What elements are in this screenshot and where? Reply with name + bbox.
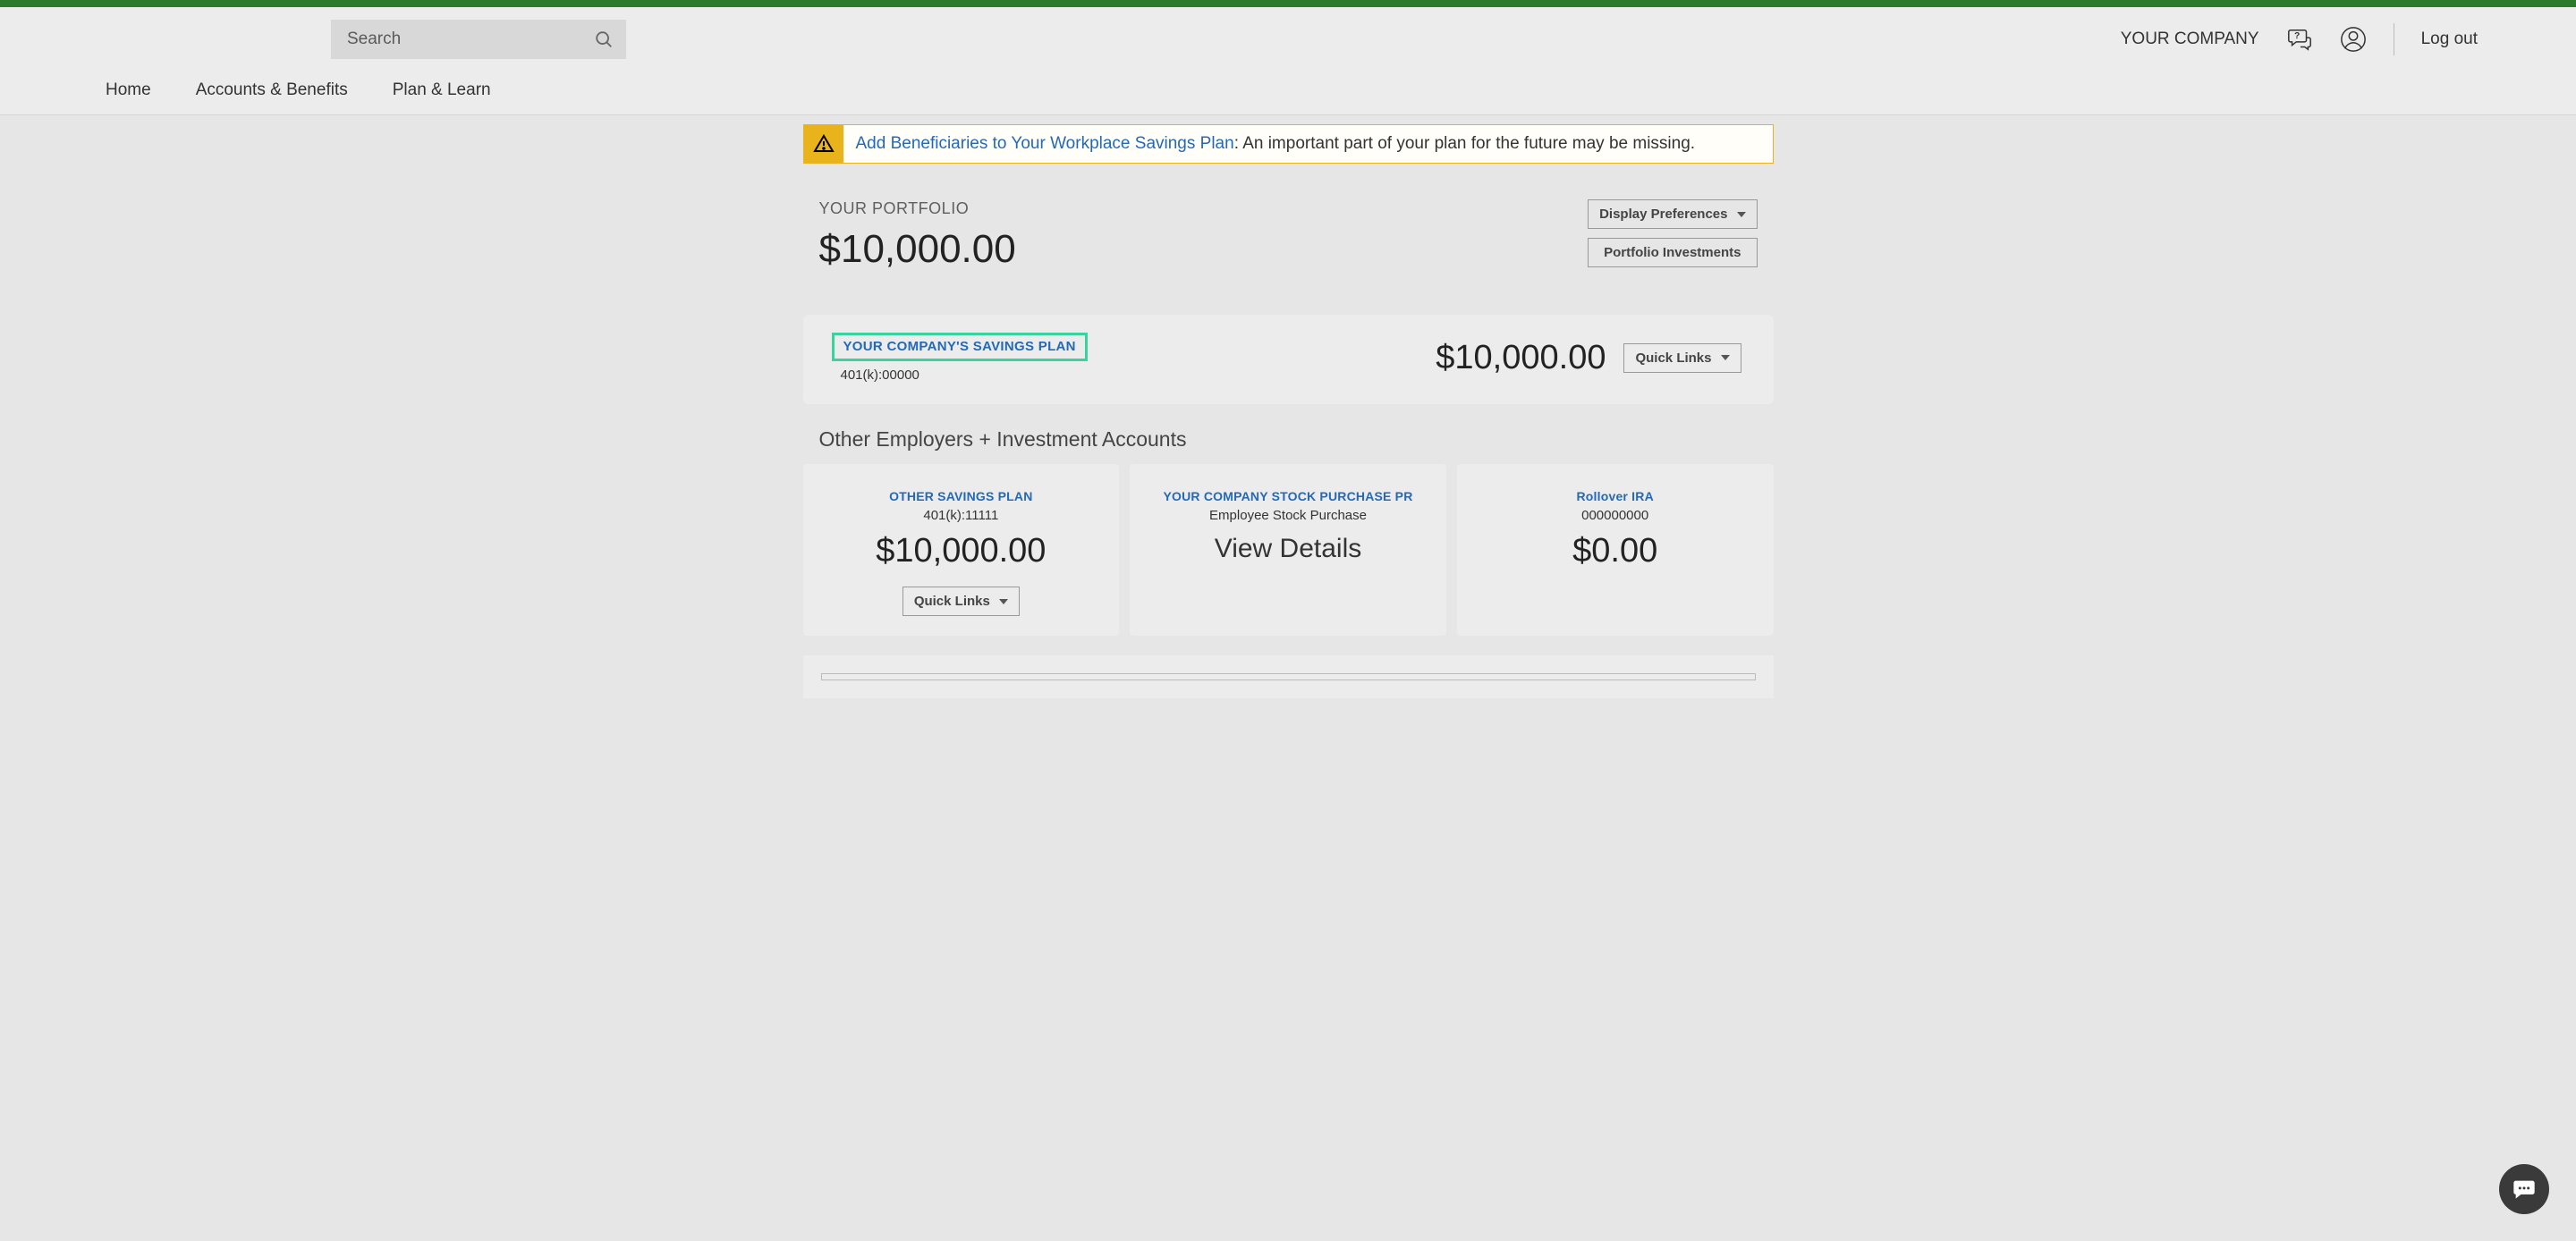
card-account-number: 401(k):11111 — [821, 508, 1102, 523]
card-quick-links-button[interactable]: Quick Links — [902, 587, 1020, 616]
bottom-panel-inner — [821, 673, 1756, 680]
account-card-other-savings: OTHER SAVINGS PLAN 401(k):11111 $10,000.… — [803, 464, 1120, 636]
card-account-type: Employee Stock Purchase — [1148, 508, 1428, 523]
plan-amount: $10,000.00 — [1436, 339, 1606, 377]
nav-accounts[interactable]: Accounts & Benefits — [196, 80, 348, 100]
portfolio-investments-button[interactable]: Portfolio Investments — [1588, 238, 1757, 267]
other-accounts-heading: Other Employers + Investment Accounts — [803, 420, 1774, 464]
svg-text:?: ? — [2294, 31, 2300, 41]
account-card-rollover-ira: Rollover IRA 000000000 $0.00 — [1457, 464, 1774, 636]
company-name: YOUR COMPANY — [2121, 30, 2259, 49]
main-nav: Home Accounts & Benefits Plan & Learn — [0, 68, 2576, 114]
header: YOUR COMPANY ? Log out Home Accounts & B… — [0, 7, 2576, 115]
card-amount: $10,000.00 — [821, 532, 1102, 570]
account-card-stock-purchase: YOUR COMPANY STOCK PURCHASE PR Employee … — [1130, 464, 1446, 636]
brand-top-bar — [0, 0, 2576, 7]
portfolio-investments-label: Portfolio Investments — [1604, 245, 1741, 260]
logout-link[interactable]: Log out — [2421, 30, 2478, 49]
bottom-panel — [803, 655, 1774, 698]
quick-links-label: Quick Links — [1635, 350, 1711, 366]
plan-name-highlight: YOUR COMPANY'S SAVINGS PLAN — [832, 333, 1088, 361]
profile-icon[interactable] — [2340, 26, 2367, 53]
card-view-details-link[interactable]: View Details — [1148, 534, 1428, 564]
chevron-down-icon — [999, 599, 1008, 604]
alert-text: Add Beneficiaries to Your Workplace Savi… — [843, 125, 1708, 163]
nav-home[interactable]: Home — [106, 80, 151, 100]
display-preferences-button[interactable]: Display Preferences — [1588, 199, 1757, 229]
quick-links-label: Quick Links — [914, 594, 990, 609]
card-amount: $0.00 — [1475, 532, 1756, 570]
alert-icon-box — [804, 125, 843, 163]
account-cards-row: OTHER SAVINGS PLAN 401(k):11111 $10,000.… — [803, 464, 1774, 636]
main-plan-card: YOUR COMPANY'S SAVINGS PLAN 401(k):00000… — [803, 315, 1774, 404]
help-chat-icon[interactable]: ? — [2286, 26, 2313, 53]
warning-icon — [813, 133, 835, 155]
display-preferences-label: Display Preferences — [1599, 207, 1727, 222]
search-box — [331, 20, 626, 59]
portfolio-section: YOUR PORTFOLIO $10,000.00 Display Prefer… — [803, 164, 1774, 299]
chevron-down-icon — [1737, 212, 1746, 217]
alert-message: : An important part of your plan for the… — [1234, 134, 1695, 153]
portfolio-title: YOUR PORTFOLIO — [819, 199, 1016, 218]
plan-quick-links-button[interactable]: Quick Links — [1623, 343, 1741, 373]
chat-widget-button[interactable] — [2499, 1164, 2549, 1214]
search-icon — [594, 30, 614, 49]
chevron-down-icon — [1721, 355, 1730, 360]
card-title-link[interactable]: OTHER SAVINGS PLAN — [821, 489, 1102, 503]
plan-name-link[interactable]: YOUR COMPANY'S SAVINGS PLAN — [843, 339, 1076, 354]
beneficiary-alert: Add Beneficiaries to Your Workplace Savi… — [803, 124, 1774, 164]
card-title-link[interactable]: Rollover IRA — [1475, 489, 1756, 503]
portfolio-amount: $10,000.00 — [819, 227, 1016, 272]
plan-account-number: 401(k):00000 — [841, 367, 1088, 383]
chat-icon — [2512, 1177, 2537, 1202]
search-input[interactable] — [331, 20, 626, 59]
card-title-link[interactable]: YOUR COMPANY STOCK PURCHASE PR — [1148, 489, 1428, 503]
nav-plan[interactable]: Plan & Learn — [393, 80, 491, 100]
card-account-number: 000000000 — [1475, 508, 1756, 523]
alert-link[interactable]: Add Beneficiaries to Your Workplace Savi… — [856, 134, 1234, 153]
